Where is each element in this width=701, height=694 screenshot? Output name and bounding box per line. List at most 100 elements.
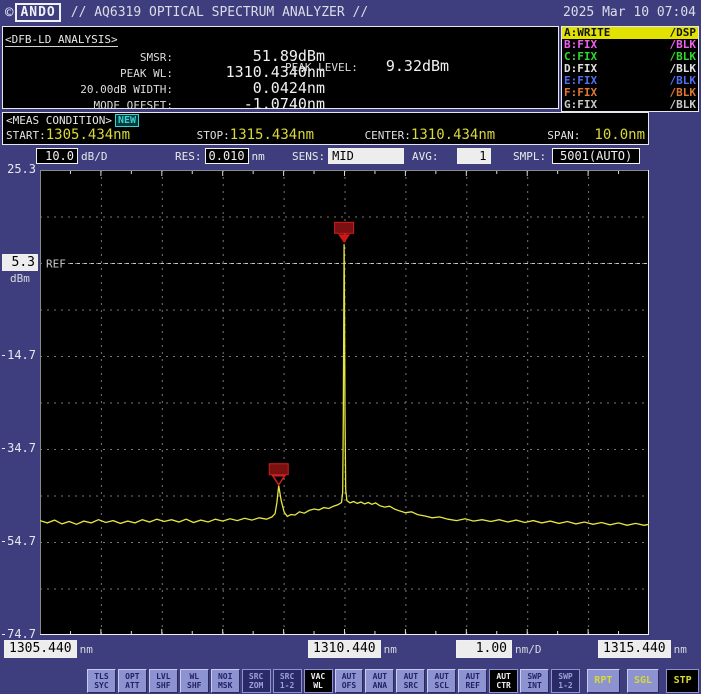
settings-row: 10.0 dB/D RES: 0.010 nm SENS: MID AVG: 1…	[0, 147, 701, 167]
stop-value[interactable]: 1315.434nm	[230, 127, 314, 143]
peak-marker-icon	[335, 222, 354, 243]
start-value[interactable]: 1305.434nm	[46, 127, 130, 143]
sampling-group: SMPL: 5001(AUTO)	[513, 148, 640, 164]
peak-level-label: PEAK LEVEL:	[285, 61, 358, 74]
softkey-label-line2: SHF	[156, 681, 170, 690]
softkey-swp-1-2[interactable]: SWP1-2	[551, 669, 580, 693]
ref-line-label: REF	[46, 258, 66, 271]
softkey-label-line1: OPT	[125, 672, 139, 681]
x-axis-row: 1305.440 nm 1310.440 nm 1.00 nm/D 1315.4…	[0, 637, 701, 663]
datetime-display: 2025 Mar 10 07:04	[563, 5, 696, 20]
analysis-row-mode-offset: MODE OFFSET: -1.0740nm	[5, 95, 556, 111]
smpl-label: SMPL:	[513, 150, 546, 163]
softkey-aut-ana[interactable]: AUTANA	[365, 669, 394, 693]
average-group: AVG: 1	[412, 148, 491, 164]
softkey-aut-ofs[interactable]: AUTOFS	[335, 669, 364, 693]
side-mode-marker-icon	[269, 464, 288, 485]
softkey-label-line2: ANA	[373, 681, 387, 690]
x-scale-field[interactable]: 1.00	[456, 640, 512, 658]
span-value[interactable]: 10.0nm	[594, 127, 645, 143]
softkey-aut-src[interactable]: AUTSRC	[396, 669, 425, 693]
softkey-wl-shf[interactable]: WLSHF	[180, 669, 209, 693]
osa-screen: © ANDO // AQ6319 OPTICAL SPECTRUM ANALYZ…	[0, 0, 701, 694]
softkey-lvl-shf[interactable]: LVLSHF	[149, 669, 178, 693]
level-scale-field[interactable]: 10.0	[36, 148, 78, 164]
softkey-label-line1: STP	[674, 676, 692, 685]
softkey-sgl[interactable]: SGL	[627, 669, 660, 693]
ref-level-field[interactable]: 5.3	[2, 254, 38, 271]
level-scale-unit: dB/D	[81, 150, 108, 163]
mode-offset-value: -1.0740nm	[173, 95, 325, 113]
spectrum-plot: REF	[40, 170, 649, 635]
softkey-rpt[interactable]: RPT	[587, 669, 620, 693]
softkey-label-line1: RPT	[594, 676, 612, 685]
sensitivity-group: SENS: MID	[292, 148, 404, 164]
x-start-group: 1305.440 nm	[4, 640, 93, 658]
softkey-label-line1: SRC	[280, 672, 294, 681]
softkey-aut-ctr[interactable]: AUTCTR	[489, 669, 518, 693]
sens-field[interactable]: MID	[328, 148, 404, 164]
softkey-label-line2: SCL	[435, 681, 449, 690]
window-title: // AQ6319 OPTICAL SPECTRUM ANALYZER //	[71, 5, 368, 20]
softkey-toolbar: TLSSYCOPTATTLVLSHFWLSHFNOIMSKSRCZOMSRC1-…	[0, 667, 701, 694]
softkey-label-line2: CTR	[496, 681, 510, 690]
softkey-vac-wl[interactable]: VACWL	[304, 669, 333, 693]
x-center-unit: nm	[384, 643, 397, 656]
res-label: RES:	[175, 150, 202, 163]
trace-a-line	[40, 244, 649, 525]
resolution-group: RES: 0.010 nm	[175, 148, 265, 164]
center-field: CENTER: 1310.434nm	[365, 127, 548, 143]
softkey-stp[interactable]: STP	[666, 669, 699, 693]
softkey-label-line1: NOI	[218, 672, 232, 681]
spectrum-chart: REF	[40, 170, 649, 635]
center-value[interactable]: 1310.434nm	[411, 127, 495, 143]
softkey-opt-att[interactable]: OPTATT	[118, 669, 147, 693]
softkey-tls-syc[interactable]: TLSSYC	[87, 669, 116, 693]
copyright-icon: ©	[5, 6, 13, 20]
smpl-field[interactable]: 5001(AUTO)	[552, 148, 640, 164]
softkey-src-1-2[interactable]: SRC1-2	[273, 669, 302, 693]
softkey-label-line2: REF	[465, 681, 479, 690]
sens-label: SENS:	[292, 150, 325, 163]
trace-status-panel: A:WRITE/DSPB:FIX/BLKC:FIX/BLKD:FIX/BLKE:…	[561, 26, 699, 112]
softkey-label-line1: SGL	[634, 676, 652, 685]
softkey-swp-int[interactable]: SWPINT	[520, 669, 549, 693]
x-start-field[interactable]: 1305.440	[4, 640, 77, 658]
analysis-row-peak-wl: PEAK WL: 1310.4340nm	[5, 63, 556, 79]
softkey-label-line2: MSK	[218, 681, 232, 690]
res-field[interactable]: 0.010	[205, 148, 249, 164]
start-field: START: 1305.434nm	[6, 127, 197, 143]
avg-field[interactable]: 1	[457, 148, 491, 164]
x-center-field[interactable]: 1310.440	[308, 640, 381, 658]
softkey-label-line1: VAC	[311, 672, 325, 681]
meas-condition-header: <MEAS CONDITION> NEW	[6, 114, 645, 127]
y-axis-label-4: -54.7	[0, 534, 36, 548]
softkey-label-line1: AUT	[465, 672, 479, 681]
y-axis-label-2: -14.7	[0, 348, 36, 362]
softkey-noi-msk[interactable]: NOIMSK	[211, 669, 240, 693]
trace-row-g[interactable]: G:FIX/BLK	[562, 99, 698, 111]
center-label: CENTER:	[365, 129, 411, 142]
new-badge: NEW	[115, 114, 139, 127]
softkey-label-line1: WL	[189, 672, 199, 681]
smsr-label: SMSR:	[5, 51, 173, 64]
softkey-label-line1: AUT	[404, 672, 418, 681]
side-mode-marker-label-badge	[269, 464, 288, 475]
ref-level-unit: dBm	[10, 272, 30, 285]
softkey-label-line1: AUT	[373, 672, 387, 681]
start-label: START:	[6, 129, 46, 142]
peak-level-group: PEAK LEVEL: 9.32dBm	[285, 57, 449, 75]
dfb-ld-analysis-panel: <DFB-LD ANALYSIS> SMSR: 51.89dBm PEAK WL…	[2, 26, 559, 109]
peak-marker-triangle	[338, 234, 350, 243]
softkey-label-line2: SRC	[404, 681, 418, 690]
analysis-row-width: 20.00dB WIDTH: 0.0424nm	[5, 79, 556, 95]
softkey-src-zom[interactable]: SRCZOM	[242, 669, 271, 693]
span-field: SPAN: 10.0nm	[547, 127, 645, 143]
analysis-row-smsr: SMSR: 51.89dBm	[5, 47, 556, 63]
softkey-label-line1: SWP	[558, 672, 572, 681]
softkey-label-line2: 1-2	[558, 681, 572, 690]
softkey-aut-ref[interactable]: AUTREF	[458, 669, 487, 693]
softkey-aut-scl[interactable]: AUTSCL	[427, 669, 456, 693]
level-scale-group: 10.0 dB/D	[36, 148, 108, 164]
x-stop-field[interactable]: 1315.440	[598, 640, 671, 658]
